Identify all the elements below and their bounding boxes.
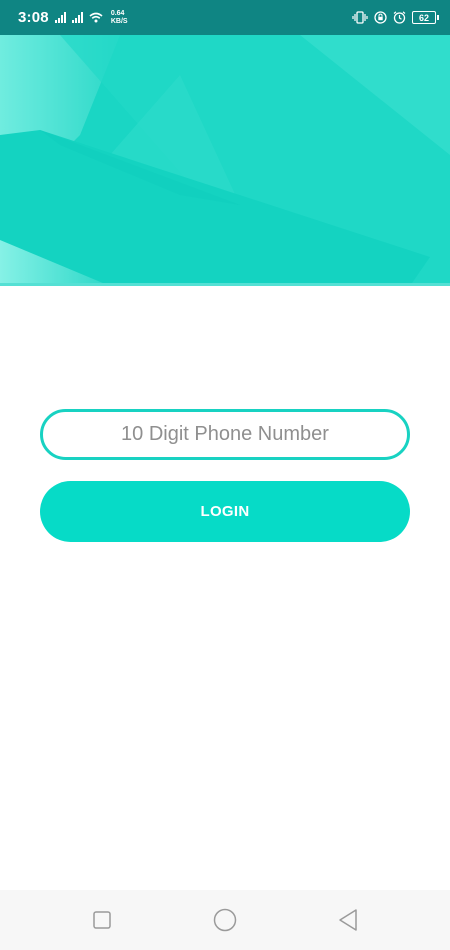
vibrate-icon <box>352 11 368 24</box>
recent-apps-button[interactable] <box>82 900 122 940</box>
signal-icon <box>71 12 83 23</box>
lock-rotation-icon <box>374 11 387 24</box>
status-bar-right: 62 <box>352 11 439 24</box>
recent-apps-icon <box>92 911 111 929</box>
phone-number-input[interactable] <box>75 423 375 446</box>
status-bar-left: 3:08 0.64 KB/S <box>18 9 128 26</box>
back-icon <box>339 909 358 931</box>
network-speed-value: 0.64 <box>110 9 125 17</box>
battery-icon: 62 <box>412 11 439 24</box>
network-speed: 0.64 KB/S <box>111 10 128 26</box>
system-nav-bar <box>0 890 450 950</box>
login-button-label: LOGIN <box>200 503 250 520</box>
battery-level: 62 <box>418 12 429 23</box>
signal-icon <box>54 12 66 23</box>
status-time: 3:08 <box>18 9 49 26</box>
home-icon <box>213 908 237 932</box>
phone-number-field[interactable] <box>40 409 410 460</box>
wifi-icon <box>89 12 103 23</box>
status-bar: 3:08 0.64 KB/S 62 <box>0 0 450 35</box>
login-button[interactable]: LOGIN <box>40 481 410 542</box>
network-speed-unit: KB/S <box>110 17 128 25</box>
header-geometric-pattern <box>0 35 450 283</box>
alarm-icon <box>393 11 406 24</box>
header-banner <box>0 35 450 286</box>
back-button[interactable] <box>328 900 368 940</box>
home-button[interactable] <box>205 900 245 940</box>
